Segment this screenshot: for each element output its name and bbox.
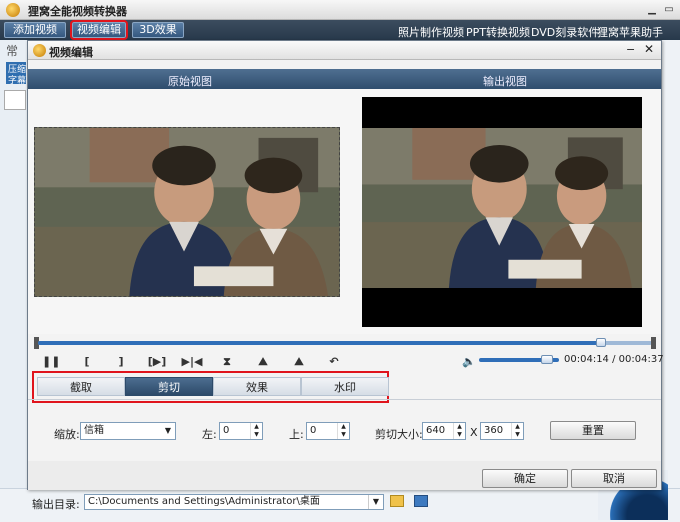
crop-width-value: 640 — [426, 425, 446, 436]
chevron-down-icon[interactable]: ▼ — [161, 423, 175, 439]
left-value: 0 — [223, 425, 230, 436]
rotate-right-icon[interactable]: ⛰ — [290, 355, 308, 369]
volume-handle[interactable] — [541, 355, 553, 364]
mark-in-icon[interactable]: [ — [78, 355, 96, 369]
background-right-panel — [662, 40, 680, 500]
ok-button[interactable]: 确定 — [482, 469, 568, 488]
seek-handle[interactable] — [596, 338, 607, 347]
split-icon[interactable]: ▶|◀ — [181, 355, 203, 369]
video-edit-dialog: 视频编辑 − ✕ 原始视图 输出视图 ❚❚ [] [▶] ▶|◀ ⧗ ⛰ ⛰ … — [27, 40, 664, 490]
pause-icon[interactable]: ❚❚ — [42, 355, 60, 369]
spinner-arrows-icon[interactable]: ▲ ▼ — [337, 423, 349, 439]
output-path-field[interactable]: C:\Documents and Settings\Administrator\… — [84, 494, 384, 510]
dialog-close-icon[interactable]: ✕ — [644, 42, 654, 56]
crop-width-spinner[interactable]: 640 ▲ ▼ — [422, 422, 466, 440]
dialog-logo-icon — [33, 44, 46, 57]
seek-bar[interactable] — [34, 337, 656, 349]
open-folder-icon[interactable] — [414, 495, 428, 507]
dialog-title: 视频编辑 — [49, 46, 93, 59]
left-spinner[interactable]: 0 ▲ ▼ — [219, 422, 263, 440]
app-title-bar: 狸窝全能视频转换器 ▁ ▭ — [0, 0, 680, 20]
original-view-label: 原始视图 — [168, 75, 212, 88]
spinner-arrows-icon[interactable]: ▲ ▼ — [511, 423, 523, 439]
volume-icon[interactable]: 🔈 — [462, 355, 476, 368]
crop-size-label: 剪切大小: — [375, 428, 423, 441]
spinner-arrows-icon[interactable]: ▲ ▼ — [250, 423, 262, 439]
dialog-minimize-icon[interactable]: − — [626, 43, 635, 56]
undo-icon[interactable]: ↶ — [325, 355, 343, 369]
view-header: 原始视图 输出视图 — [28, 69, 661, 89]
spinner-arrows-icon[interactable]: ▲ ▼ — [453, 423, 465, 439]
add-video-button[interactable]: 添加视频 — [4, 22, 66, 38]
app-logo-icon — [6, 3, 20, 17]
chevron-down-icon[interactable]: ▼ — [368, 495, 383, 509]
background-list-text-2: 字幕 — [8, 76, 27, 86]
left-label: 左: — [202, 428, 217, 441]
tab-divider — [28, 399, 661, 400]
reset-button[interactable]: 重置 — [550, 421, 636, 440]
output-video-preview — [362, 97, 642, 327]
output-view-label: 输出视图 — [483, 75, 527, 88]
top-label: 上: — [289, 428, 304, 441]
mark-out-icon[interactable]: ] — [112, 355, 130, 369]
time-readout: 00:04:14 / 00:04:37 — [564, 354, 664, 365]
link-ppt-video[interactable]: PPT转换视频 — [466, 24, 530, 40]
3d-effect-button[interactable]: 3D效果 — [132, 22, 184, 38]
link-photo-video[interactable]: 照片制作视频 — [398, 24, 464, 40]
app-title: 狸窝全能视频转换器 — [28, 5, 127, 18]
video-frame-image — [35, 128, 339, 296]
background-checkbox — [4, 90, 26, 110]
folder-icon[interactable] — [390, 495, 404, 507]
link-dvd-burn[interactable]: DVD刻录软件 — [531, 24, 599, 40]
video-edit-button[interactable]: 视频编辑 — [70, 20, 128, 40]
tab-crop[interactable]: 剪切 — [125, 377, 213, 396]
seek-progress — [38, 341, 602, 345]
output-video-frame — [362, 128, 642, 288]
link-apple-helper[interactable]: 狸窝苹果助手 — [597, 24, 663, 40]
crop-height-value: 360 — [484, 425, 504, 436]
background-list: 压缩 字幕 — [6, 62, 27, 86]
background-tab: 常 — [6, 44, 19, 58]
crop-height-spinner[interactable]: 360 ▲ ▼ — [480, 422, 524, 440]
dialog-title-bar: 视频编辑 − ✕ — [28, 41, 661, 60]
tab-trim[interactable]: 截取 — [37, 377, 125, 396]
edit-tabs: 截取 剪切 效果 水印 — [32, 371, 389, 403]
top-value: 0 — [310, 425, 317, 436]
video-view-area — [28, 89, 661, 334]
zoom-select-value: 信箱 — [84, 425, 104, 436]
crop-x-label: X — [470, 426, 478, 439]
tab-watermark[interactable]: 水印 — [301, 377, 389, 396]
restore-icon[interactable]: ▭ — [662, 3, 676, 16]
zoom-select[interactable]: 信箱 ▼ — [80, 422, 176, 440]
top-spinner[interactable]: 0 ▲ ▼ — [306, 422, 350, 440]
cancel-button[interactable]: 取消 — [571, 469, 657, 488]
play-selection-icon[interactable]: [▶] — [145, 355, 169, 369]
flip-vertical-icon[interactable]: ⧗ — [218, 355, 236, 369]
tab-effect[interactable]: 效果 — [213, 377, 301, 396]
zoom-label: 缩放: — [54, 428, 80, 441]
main-window: 狸窝全能视频转换器 ▁ ▭ 添加视频 视频编辑 3D效果 照片制作视频 PPT转… — [0, 0, 680, 522]
output-frame-image — [362, 128, 642, 288]
output-dir-label: 输出目录: — [32, 498, 80, 511]
seek-end-marker[interactable] — [651, 337, 656, 349]
rotate-left-icon[interactable]: ⛰ — [254, 355, 272, 369]
original-video-preview[interactable] — [34, 127, 340, 297]
minimize-icon[interactable]: ▁ — [645, 3, 659, 16]
